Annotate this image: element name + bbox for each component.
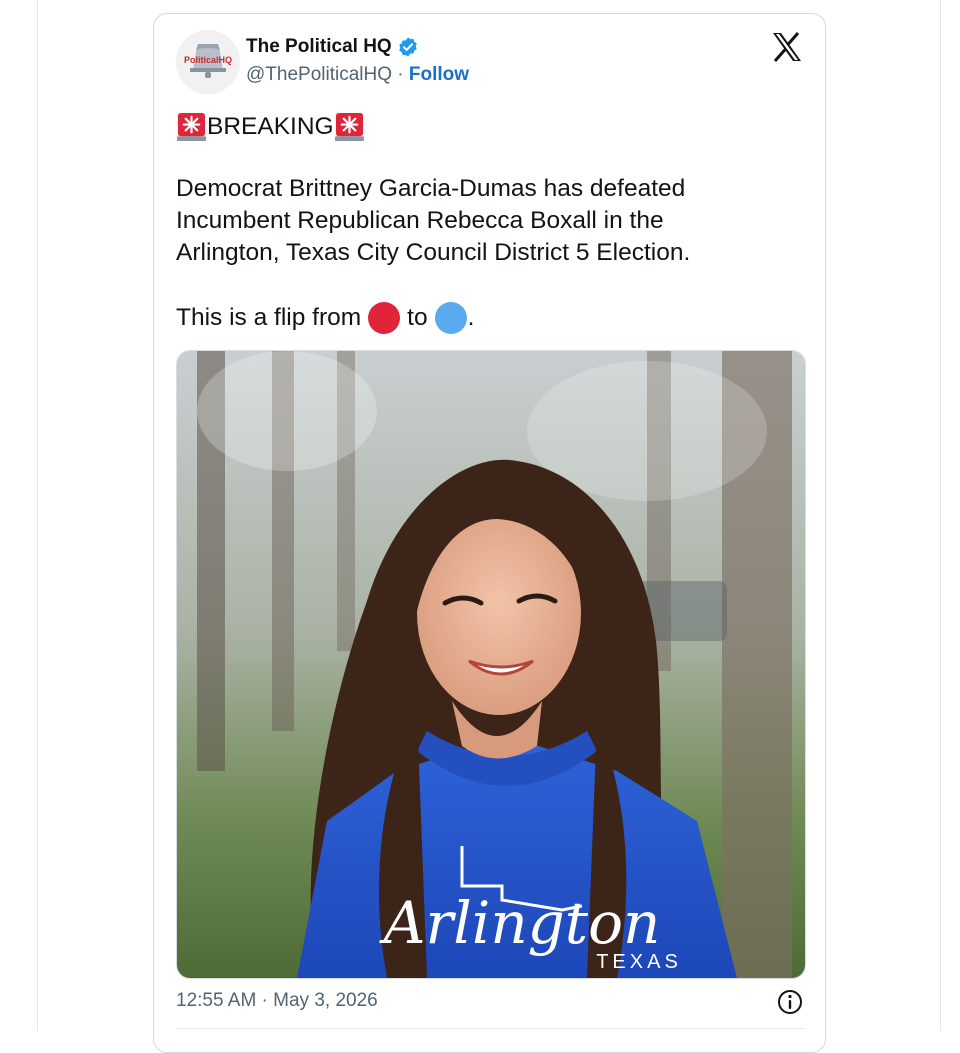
hoodie-subtext: TEXAS xyxy=(596,951,682,973)
flip-text-middle: to xyxy=(407,304,428,331)
tweet-body-line: Incumbent Republican Rebecca Boxall in t… xyxy=(176,207,664,234)
breaking-line: BREAKING xyxy=(176,111,365,142)
liberty-bell-logo-icon: PoliticalHQ xyxy=(176,30,240,94)
flip-text-before: This is a flip from xyxy=(176,304,362,331)
follow-button[interactable]: Follow xyxy=(409,64,469,85)
tweet-body-line: Arlington, Texas City Council District 5… xyxy=(176,239,691,266)
avatar-logo-text: PoliticalHQ xyxy=(184,55,232,65)
author-name[interactable]: The Political HQ xyxy=(246,36,419,58)
page-left-rule xyxy=(37,0,38,1031)
tweet-card[interactable]: PoliticalHQ The Political HQ @ThePolitic… xyxy=(153,13,826,1053)
tweet-timestamp[interactable]: 12:55 AM · May 3, 2026 xyxy=(176,990,378,1012)
handle-separator: · xyxy=(397,64,404,85)
tweet-photo[interactable]: Arlington TEXAS xyxy=(176,350,806,979)
breaking-text: BREAKING xyxy=(207,112,334,140)
flip-line: This is a flip from to . xyxy=(176,302,474,334)
flip-text-after: . xyxy=(467,304,475,331)
hoodie-text: Arlington xyxy=(379,889,661,957)
portrait-photo: Arlington TEXAS xyxy=(177,351,805,978)
footer-divider xyxy=(176,1028,804,1029)
verified-badge-icon xyxy=(398,37,417,57)
siren-emoji-icon xyxy=(176,112,207,142)
siren-emoji-icon xyxy=(334,112,364,142)
author-handle-row: @ThePoliticalHQ · Follow xyxy=(246,64,469,86)
author-name-text[interactable]: The Political HQ xyxy=(246,36,392,58)
page-right-rule xyxy=(940,0,941,1031)
tweet-body-line: Democrat Brittney Garcia-Dumas has defea… xyxy=(176,175,686,202)
author-avatar[interactable]: PoliticalHQ xyxy=(176,30,240,94)
red-circle-emoji-icon xyxy=(368,302,401,334)
info-icon[interactable] xyxy=(776,988,804,1016)
x-logo-icon[interactable] xyxy=(771,32,803,62)
author-handle[interactable]: @ThePoliticalHQ xyxy=(246,64,392,85)
blue-circle-emoji-icon xyxy=(434,302,467,334)
